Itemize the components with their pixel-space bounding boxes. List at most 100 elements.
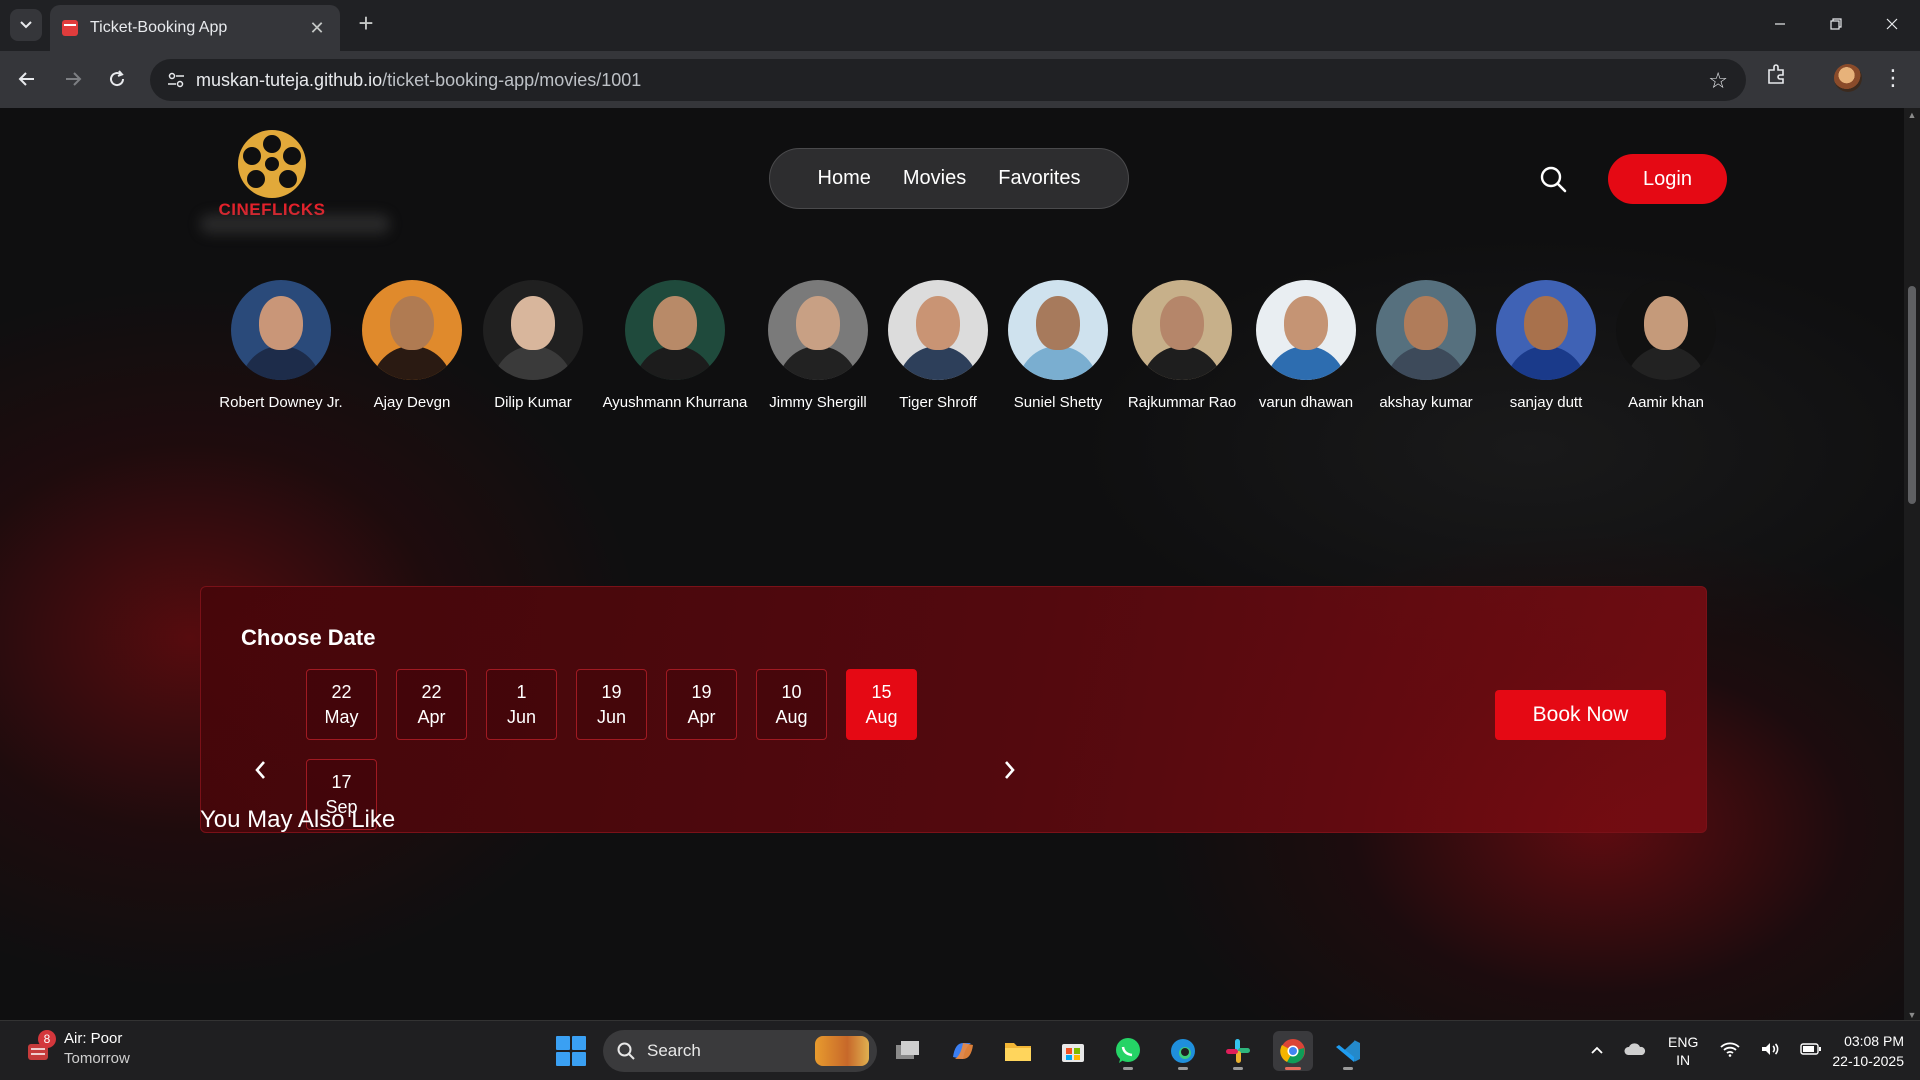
minimize-button[interactable] (1752, 0, 1808, 48)
close-window-button[interactable] (1864, 0, 1920, 48)
close-icon (1886, 18, 1898, 30)
chevron-left-icon (255, 761, 265, 779)
cast-avatar (1376, 280, 1476, 380)
prev-dates-button[interactable] (245, 757, 275, 787)
taskbar-search-label: Search (647, 1041, 701, 1060)
wifi-icon[interactable] (1720, 1041, 1740, 1062)
url-path: /ticket-booking-app/movies/1001 (382, 69, 642, 90)
film-reel-icon (238, 130, 306, 198)
browser-tabstrip: Ticket-Booking App ✕ + (0, 0, 1920, 51)
site-info-icon[interactable] (156, 72, 196, 88)
nav-home[interactable]: Home (818, 167, 871, 190)
profile-avatar[interactable] (1834, 64, 1862, 92)
cast-member[interactable]: Ayushmann Khurrana (600, 280, 750, 411)
system-clock[interactable]: 03:08 PM 22-10-2025 (1812, 1031, 1904, 1071)
url-text: muskan-tuteja.github.io/ticket-booking-a… (196, 70, 641, 91)
language-code: ENG (1668, 1034, 1699, 1050)
vscode-icon[interactable] (1328, 1031, 1368, 1071)
date-option[interactable]: 22 May (306, 669, 377, 740)
cast-avatar (1616, 280, 1716, 380)
more-menu-icon[interactable]: ⋮ (1882, 63, 1904, 93)
volume-icon[interactable] (1760, 1041, 1780, 1062)
file-explorer-icon[interactable] (998, 1031, 1038, 1071)
login-button[interactable]: Login (1608, 154, 1727, 204)
browser-tab[interactable]: Ticket-Booking App ✕ (50, 5, 340, 51)
whatsapp-icon[interactable] (1108, 1031, 1148, 1071)
cast-name: Robert Downey Jr. (219, 394, 343, 411)
cast-member[interactable]: Aamir khan (1591, 280, 1741, 411)
window-controls (1752, 0, 1920, 48)
reload-button[interactable] (100, 62, 134, 96)
slack-icon[interactable] (1218, 1031, 1258, 1071)
chrome-icon[interactable] (1273, 1031, 1313, 1071)
onedrive-icon[interactable] (1624, 1042, 1646, 1061)
cast-list: Robert Downey Jr. Ajay Devgn Dilip Kumar Ay… (0, 280, 1920, 430)
cast-name: Ayushmann Khurrana (602, 394, 748, 411)
date-day: 22 (331, 682, 352, 702)
tab-search-button[interactable] (10, 9, 42, 41)
back-button[interactable] (10, 62, 44, 96)
chevron-down-icon (20, 21, 32, 29)
nav-favorites[interactable]: Favorites (998, 167, 1080, 190)
weather-widget[interactable]: 8 Air: Poor Tomorrow (24, 1029, 130, 1069)
region-code: IN (1676, 1052, 1691, 1068)
bookmark-star-icon[interactable]: ☆ (1708, 68, 1728, 94)
taskbar-search[interactable]: Search (603, 1030, 877, 1072)
new-tab-button[interactable]: + (352, 10, 380, 38)
microsoft-store-icon[interactable] (1053, 1031, 1093, 1071)
date-day: 15 (871, 682, 892, 702)
date-option[interactable]: 22 Apr (396, 669, 467, 740)
language-indicator[interactable]: ENG IN (1668, 1033, 1698, 1069)
copilot-icon[interactable] (943, 1031, 983, 1071)
next-dates-button[interactable] (995, 757, 1025, 787)
search-button[interactable] (1538, 164, 1568, 194)
cast-member[interactable]: Robert Downey Jr. (206, 280, 356, 411)
browser-toolbar: muskan-tuteja.github.io/ticket-booking-a… (0, 51, 1920, 108)
restore-button[interactable] (1808, 0, 1864, 48)
date-option[interactable]: 15 Aug (846, 669, 917, 740)
cast-avatar (1496, 280, 1596, 380)
extensions-icon[interactable] (1766, 63, 1788, 90)
close-icon[interactable]: ✕ (306, 18, 328, 39)
date-month: Jun (596, 707, 627, 727)
date-option[interactable]: 19 Apr (666, 669, 737, 740)
address-bar[interactable]: muskan-tuteja.github.io/ticket-booking-a… (150, 59, 1746, 101)
restore-icon (1830, 18, 1842, 30)
site-logo[interactable]: CINEFLICKS (210, 130, 334, 220)
blurred-overlay (200, 214, 390, 234)
date-month: Apr (687, 707, 716, 727)
cast-avatar (625, 280, 725, 380)
cast-avatar (1132, 280, 1232, 380)
scroll-up-icon[interactable]: ▲ (1907, 110, 1917, 120)
date-option[interactable]: 1 Jun (486, 669, 557, 740)
chevron-right-icon (1005, 761, 1015, 779)
page-scrollbar[interactable]: ▲ ▼ (1904, 108, 1920, 1020)
page-viewport: CINEFLICKS Home Movies Favorites Login R… (0, 108, 1920, 1020)
search-icon (1540, 166, 1567, 193)
forward-button[interactable] (56, 62, 90, 96)
date-option[interactable]: 19 Jun (576, 669, 647, 740)
cast-avatar (362, 280, 462, 380)
chevron-up-icon[interactable] (1590, 1042, 1604, 1060)
cast-member[interactable]: Dilip Kumar (458, 280, 608, 411)
reload-icon (110, 70, 125, 87)
cast-avatar (231, 280, 331, 380)
date-day: 22 (421, 682, 442, 702)
url-host: muskan-tuteja.github.io (196, 69, 383, 90)
search-icon (617, 1042, 635, 1060)
scroll-down-icon[interactable]: ▼ (1907, 1010, 1917, 1020)
start-button[interactable] (556, 1036, 586, 1066)
date-day: 17 (331, 772, 352, 792)
task-view-icon[interactable] (888, 1031, 928, 1071)
nav-movies[interactable]: Movies (903, 167, 966, 190)
date-day: 10 (781, 682, 802, 702)
choose-date-panel: Choose Date 22 May 22 Apr 1 Jun 19 Jun 19 Apr 10 Au… (200, 586, 1707, 833)
minimize-icon (1775, 23, 1785, 25)
air-quality-icon: 8 (24, 1030, 56, 1064)
date-option[interactable]: 10 Aug (756, 669, 827, 740)
book-now-button[interactable]: Book Now (1495, 690, 1666, 740)
weather-title: Air: Poor (64, 1030, 123, 1047)
cast-avatar (768, 280, 868, 380)
scroll-thumb[interactable] (1908, 286, 1916, 504)
edge-icon[interactable] (1163, 1031, 1203, 1071)
